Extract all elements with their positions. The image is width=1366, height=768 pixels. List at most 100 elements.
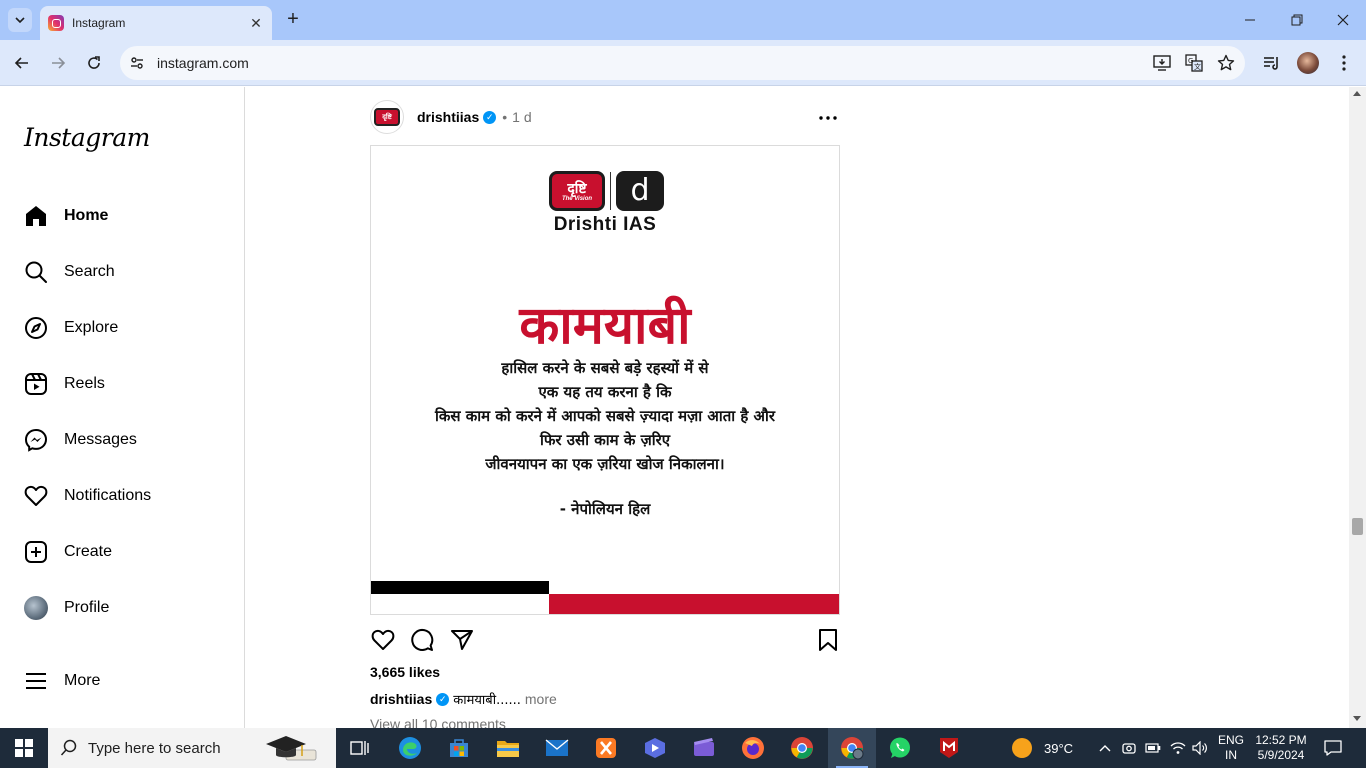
explore-icon [24, 316, 48, 340]
file-explorer-icon[interactable] [484, 728, 532, 768]
instagram-logo[interactable]: Instagram [24, 123, 150, 152]
translate-icon[interactable]: G文 [1181, 50, 1207, 76]
nav-explore[interactable]: Explore [24, 308, 224, 348]
nav-notifications-label: Notifications [64, 487, 152, 504]
forward-button[interactable] [45, 50, 71, 76]
taskbar-search-box[interactable]: Type here to search [48, 728, 336, 768]
wifi-icon[interactable] [1168, 728, 1188, 768]
show-hidden-icons-chevron-up-icon[interactable] [1096, 728, 1114, 768]
media-controls-icon[interactable] [1259, 50, 1285, 76]
svg-text:G: G [1188, 57, 1193, 65]
scrollbar-thumb[interactable] [1352, 518, 1363, 535]
instagram-page: Instagram Home Search Explore Reels Mess… [0, 87, 1366, 732]
bookmark-star-icon[interactable] [1213, 50, 1239, 76]
nav-reels-label: Reels [64, 375, 105, 392]
browser-menu-icon[interactable] [1331, 50, 1357, 76]
page-scrollbar[interactable] [1349, 87, 1366, 728]
new-tab-button[interactable]: + [282, 9, 304, 31]
like-icon[interactable] [370, 627, 396, 653]
taskbar-search-placeholder: Type here to search [88, 739, 221, 757]
windows-taskbar: Type here to search 39°C ENG IN 12:52 PM… [0, 728, 1366, 768]
quote-line: एक यह तय करना है कि [538, 383, 672, 401]
likes-count[interactable]: 3,665 likes [370, 664, 440, 680]
search-icon [24, 260, 48, 284]
post-author-avatar[interactable]: दृष्टि [370, 100, 404, 134]
nav-messages[interactable]: Messages [24, 420, 224, 460]
drishti-logo-tagline: The Vision [561, 195, 593, 202]
quote-author: - नेपोलियन हिल [559, 500, 651, 518]
chrome-icon[interactable] [778, 728, 826, 768]
chrome-profile-icon[interactable] [828, 728, 876, 768]
reload-icon [88, 56, 100, 69]
close-window-icon[interactable] [1331, 8, 1355, 32]
restore-icon[interactable] [1285, 8, 1309, 32]
tab-close-icon[interactable]: ✕ [248, 15, 264, 31]
input-language-indicator[interactable]: ENG IN [1216, 733, 1246, 763]
drishti-logo-small: दृष्टि [374, 108, 400, 126]
copilot-app-icon[interactable] [631, 728, 679, 768]
back-button[interactable] [9, 50, 35, 76]
quote-line: किस काम को करने में आपको सबसे ज़्यादा मज… [434, 407, 776, 425]
caption-more-link[interactable]: more [525, 691, 557, 707]
nav-reels[interactable]: Reels [24, 364, 224, 404]
nav-profile[interactable]: Profile [24, 588, 224, 628]
post-separator: • [502, 109, 508, 125]
taskbar-clock[interactable]: 12:52 PM 5/9/2024 [1252, 733, 1310, 763]
whatsapp-icon[interactable] [876, 728, 924, 768]
notification-center-icon[interactable] [1320, 736, 1346, 760]
site-info-icon[interactable] [124, 50, 150, 76]
nav-search[interactable]: Search [24, 252, 224, 292]
verified-badge-icon: ✓ [483, 110, 497, 124]
browser-tab-instagram[interactable]: Instagram ✕ [40, 6, 272, 40]
reload-button[interactable] [81, 50, 107, 76]
nav-create[interactable]: Create [24, 532, 224, 572]
post-actions [370, 627, 840, 653]
task-view-icon[interactable] [336, 728, 384, 768]
address-bar[interactable]: instagram.com G文 [120, 46, 1245, 80]
tab-strip: Instagram ✕ + [0, 0, 1366, 40]
start-button[interactable] [0, 728, 48, 768]
microsoft-store-icon[interactable] [435, 728, 483, 768]
firefox-icon[interactable] [729, 728, 777, 768]
install-app-icon[interactable] [1149, 50, 1175, 76]
create-icon [24, 540, 48, 564]
nav-notifications[interactable]: Notifications [24, 476, 224, 516]
share-icon[interactable] [449, 627, 475, 653]
post-time[interactable]: 1 d [512, 109, 531, 125]
search-icon [60, 739, 77, 756]
quote-line: हासिल करने के सबसे बड़े रहस्यों में से [501, 359, 709, 377]
nav-more[interactable]: More [24, 661, 224, 701]
url-text[interactable]: instagram.com [157, 55, 1149, 71]
post-header: दृष्टि drishtiias ✓ • 1 d [370, 100, 840, 134]
caption-username[interactable]: drishtiias [370, 691, 432, 707]
edge-icon[interactable] [386, 728, 434, 768]
post-caption: drishtiias ✓ कामयाबी...... more [370, 690, 557, 708]
post-image[interactable]: दृष्टि The Vision d Drishti IAS कामयाबी … [370, 145, 840, 615]
verified-badge-icon: ✓ [436, 692, 450, 706]
profile-avatar[interactable] [1295, 50, 1321, 76]
xampp-icon[interactable] [582, 728, 630, 768]
browser-profile-avatar [1297, 52, 1319, 74]
weather-widget[interactable]: 39°C [1012, 728, 1073, 768]
clipchamp-icon[interactable] [680, 728, 728, 768]
mail-icon[interactable] [533, 728, 581, 768]
post-options-icon[interactable] [816, 106, 840, 130]
nav-home[interactable]: Home [24, 196, 224, 236]
comment-icon[interactable] [409, 627, 435, 653]
nav-home-label: Home [64, 207, 109, 224]
minimize-icon[interactable] [1238, 8, 1262, 32]
home-icon [24, 204, 48, 228]
messenger-icon [24, 428, 48, 452]
tab-search-button[interactable] [8, 8, 32, 32]
clock-time: 12:52 PM [1255, 733, 1307, 747]
save-bookmark-icon[interactable] [815, 627, 841, 653]
scroll-down-arrow-icon[interactable] [1353, 716, 1361, 721]
weather-temperature: 39°C [1044, 740, 1074, 756]
scroll-up-arrow-icon[interactable] [1353, 91, 1361, 96]
volume-icon[interactable] [1190, 728, 1210, 768]
mcafee-icon[interactable] [925, 728, 973, 768]
svg-text:文: 文 [1194, 62, 1201, 71]
camera-privacy-icon[interactable] [1120, 728, 1138, 768]
post-username[interactable]: drishtiias [417, 109, 479, 125]
battery-icon[interactable] [1144, 728, 1162, 768]
